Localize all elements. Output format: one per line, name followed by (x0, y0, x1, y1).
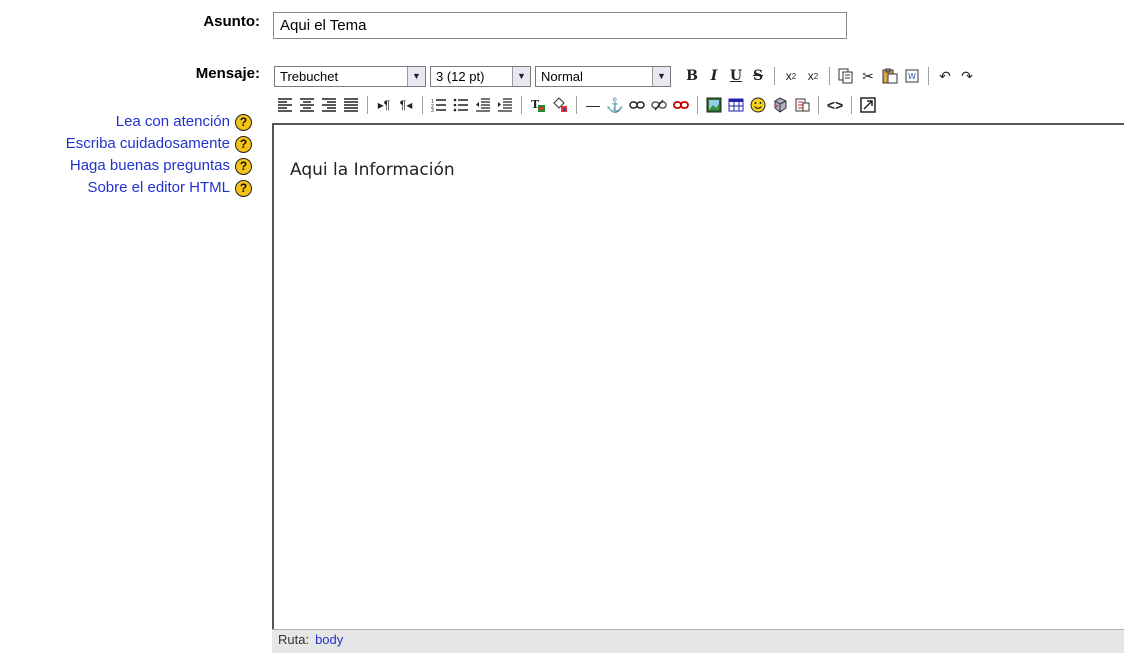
help-row-questions: Haga buenas preguntas? (66, 156, 252, 178)
bold-icon[interactable]: B (681, 65, 703, 87)
anchor-icon[interactable]: ⚓ (604, 94, 626, 116)
help-row-read: Lea con atención? (66, 112, 252, 134)
align-right-icon[interactable] (318, 94, 340, 116)
link-icon[interactable] (626, 94, 648, 116)
outdent-icon[interactable] (472, 94, 494, 116)
ordered-list-icon[interactable]: 123 (428, 94, 450, 116)
statusbar-path-label: Ruta: (278, 632, 310, 647)
toolbar-separator (818, 96, 819, 114)
svg-text:W: W (908, 72, 916, 81)
align-center-icon[interactable] (296, 94, 318, 116)
toolbar-separator (367, 96, 368, 114)
paste-icon[interactable] (879, 65, 901, 87)
undo-icon[interactable]: ↶ (934, 65, 956, 87)
insert-image-icon[interactable] (703, 94, 725, 116)
subscript-icon[interactable]: x2 (780, 65, 802, 87)
no-link-icon[interactable] (670, 94, 692, 116)
indent-icon[interactable] (494, 94, 516, 116)
help-row-write: Escriba cuidadosamente? (66, 134, 252, 156)
subject-label: Asunto: (203, 13, 260, 30)
text-color-icon[interactable]: T (527, 94, 549, 116)
superscript-icon[interactable]: x2 (802, 65, 824, 87)
help-icon[interactable]: ? (235, 179, 252, 197)
message-label: Mensaje: (195, 65, 260, 82)
toolbar-separator (829, 67, 830, 85)
ltr-direction-icon[interactable]: ▸¶ (373, 94, 395, 116)
copy-icon[interactable] (835, 65, 857, 87)
help-link-html-editor[interactable]: Sobre el editor HTML (87, 179, 230, 196)
toolbar-separator (928, 67, 929, 85)
background-color-icon[interactable] (549, 94, 571, 116)
editor-statusbar: Ruta: body (272, 629, 1124, 653)
help-icon[interactable]: ? (235, 113, 252, 131)
help-link-write-carefully[interactable]: Escriba cuidadosamente (66, 135, 230, 152)
rtl-direction-icon[interactable]: ¶◂ (395, 94, 417, 116)
smiley-icon[interactable] (747, 94, 769, 116)
font-family-value: Trebuchet (280, 68, 339, 84)
help-link-good-questions[interactable]: Haga buenas preguntas (70, 157, 230, 174)
paragraph-format-select[interactable]: Normal ▼ (535, 65, 671, 87)
strikethrough-icon[interactable]: S (747, 65, 769, 87)
chevron-down-icon[interactable]: ▼ (407, 66, 425, 86)
justify-icon[interactable] (340, 94, 362, 116)
subject-input[interactable] (273, 12, 847, 39)
italic-icon[interactable]: I (703, 65, 725, 87)
paragraph-format-value: Normal (541, 68, 583, 84)
toolbar-separator (576, 96, 577, 114)
editor-toolbar-row-1: Trebuchet ▼ 3 (12 pt) ▼ Normal ▼ B I U S… (274, 63, 978, 89)
cut-icon[interactable]: ✂ (857, 65, 879, 87)
unordered-list-icon[interactable] (450, 94, 472, 116)
toolbar-separator (697, 96, 698, 114)
toolbar-separator (422, 96, 423, 114)
toolbar-separator (851, 96, 852, 114)
html-source-icon[interactable]: <> (824, 94, 846, 116)
help-row-html-editor: Sobre el editor HTML? (66, 178, 252, 200)
find-replace-icon[interactable] (791, 94, 813, 116)
editor-toolbar-row-2: ▸¶ ¶◂ 123 T — ⚓ <> (274, 92, 879, 118)
font-family-select[interactable]: Trebuchet ▼ (274, 65, 426, 87)
toolbar-separator (774, 67, 775, 85)
toolbar-separator (521, 96, 522, 114)
help-link-read-carefully[interactable]: Lea con atención (116, 113, 230, 130)
editor-content-area[interactable]: Aqui la Información (272, 123, 1124, 629)
chevron-down-icon[interactable]: ▼ (512, 66, 530, 86)
insert-table-icon[interactable] (725, 94, 747, 116)
font-size-value: 3 (12 pt) (436, 68, 485, 84)
help-icon[interactable]: ? (235, 157, 252, 175)
underline-icon[interactable]: U (725, 65, 747, 87)
chevron-down-icon[interactable]: ▼ (652, 66, 670, 86)
align-left-icon[interactable] (274, 94, 296, 116)
unlink-icon[interactable] (648, 94, 670, 116)
help-icon[interactable]: ? (235, 135, 252, 153)
paste-word-icon[interactable]: W (901, 65, 923, 87)
redo-icon[interactable]: ↷ (956, 65, 978, 87)
special-char-icon[interactable] (769, 94, 791, 116)
font-size-select[interactable]: 3 (12 pt) ▼ (430, 65, 531, 87)
fullscreen-icon[interactable] (857, 94, 879, 116)
statusbar-path-link[interactable]: body (315, 632, 343, 647)
svg-text:3: 3 (431, 108, 434, 112)
help-links: Lea con atención? Escriba cuidadosamente… (66, 112, 252, 200)
horizontal-rule-icon[interactable]: — (582, 94, 604, 116)
editor-text[interactable]: Aqui la Información (290, 160, 1124, 180)
